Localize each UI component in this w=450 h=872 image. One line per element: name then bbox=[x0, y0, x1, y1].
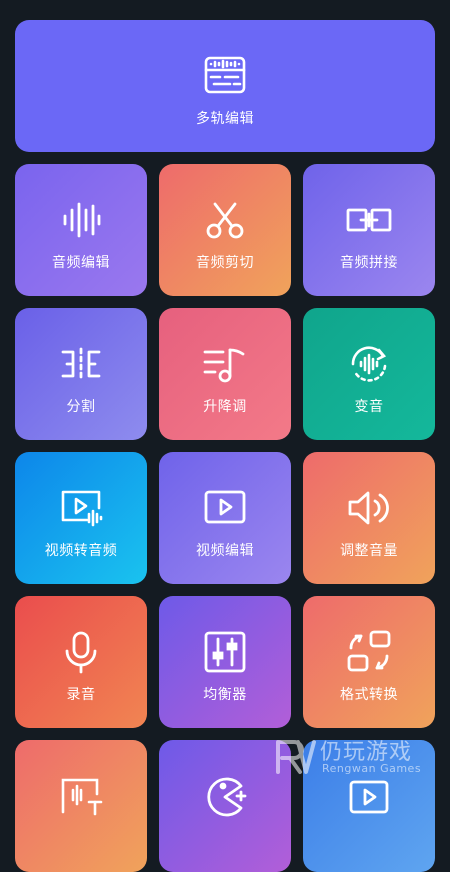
tile-format-convert[interactable]: 格式转换 bbox=[303, 596, 435, 728]
tile-label: 均衡器 bbox=[203, 687, 247, 703]
tile-adjust-volume[interactable]: 调整音量 bbox=[303, 452, 435, 584]
join-icon bbox=[345, 196, 393, 244]
tile-voice-change[interactable]: 变音 bbox=[303, 308, 435, 440]
tile-video-to-audio[interactable]: 视频转音频 bbox=[15, 452, 147, 584]
tile-label: 音频拼接 bbox=[340, 255, 398, 271]
watermark-subtitle: Rengwan Games bbox=[322, 762, 422, 775]
tile-label: 变音 bbox=[354, 399, 384, 415]
equalizer-icon bbox=[201, 628, 249, 676]
scissors-icon bbox=[201, 196, 249, 244]
tile-record[interactable]: 录音 bbox=[15, 596, 147, 728]
tile-audio-edit[interactable]: 音频编辑 bbox=[15, 164, 147, 296]
tile-label: 多轨编辑 bbox=[196, 111, 254, 127]
tile-audio-join[interactable]: 音频拼接 bbox=[303, 164, 435, 296]
tile-partial-left[interactable] bbox=[15, 740, 147, 872]
tile-label: 格式转换 bbox=[340, 687, 398, 703]
tile-pitch[interactable]: 升降调 bbox=[159, 308, 291, 440]
text-audio-icon bbox=[57, 772, 105, 820]
tile-split[interactable]: 分割 bbox=[15, 308, 147, 440]
tile-video-edit[interactable]: 视频编辑 bbox=[159, 452, 291, 584]
pacman-icon bbox=[201, 772, 249, 820]
tile-label: 录音 bbox=[66, 687, 96, 703]
volume-icon bbox=[345, 484, 393, 532]
split-icon bbox=[57, 340, 105, 388]
tile-label: 调整音量 bbox=[340, 543, 398, 559]
tile-label: 视频转音频 bbox=[44, 543, 118, 559]
tile-equalizer[interactable]: 均衡器 bbox=[159, 596, 291, 728]
tile-label: 音频编辑 bbox=[52, 255, 110, 271]
multitrack-icon bbox=[200, 50, 250, 100]
tile-audio-cut[interactable]: 音频剪切 bbox=[159, 164, 291, 296]
tile-multitrack-edit[interactable]: 多轨编辑 bbox=[15, 20, 435, 152]
audio-wave-icon bbox=[57, 196, 105, 244]
voice-change-icon bbox=[345, 340, 393, 388]
watermark-logo-icon bbox=[272, 734, 316, 778]
tile-label: 升降调 bbox=[203, 399, 247, 415]
tile-label: 分割 bbox=[66, 399, 96, 415]
video-edit-icon bbox=[201, 484, 249, 532]
video-to-audio-icon bbox=[57, 484, 105, 532]
tile-label: 视频编辑 bbox=[196, 543, 254, 559]
tile-label: 音频剪切 bbox=[196, 255, 254, 271]
watermark: 仍玩游戏 Rengwan Games bbox=[272, 732, 432, 784]
format-convert-icon bbox=[345, 628, 393, 676]
microphone-icon bbox=[57, 628, 105, 676]
pitch-icon bbox=[201, 340, 249, 388]
